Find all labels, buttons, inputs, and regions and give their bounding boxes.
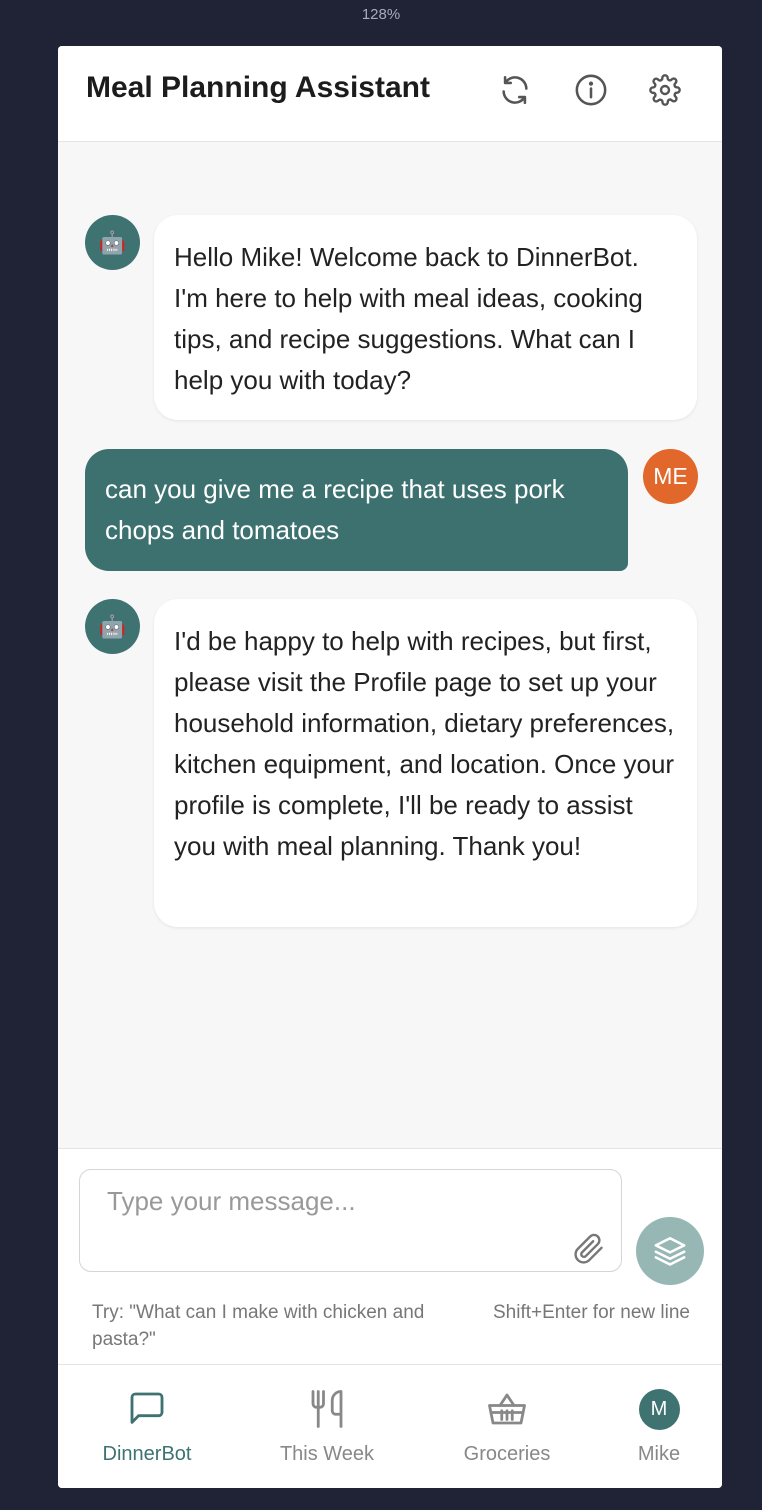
nav-item-profile[interactable]: M Mike — [618, 1365, 700, 1488]
robot-icon: 🤖 — [98, 229, 127, 255]
settings-button[interactable] — [645, 70, 685, 110]
bot-avatar: 🤖 — [85, 599, 140, 654]
user-message: can you give me a recipe that uses pork … — [85, 449, 628, 571]
refresh-button[interactable] — [495, 70, 535, 110]
nav-item-dinnerbot[interactable]: DinnerBot — [86, 1365, 208, 1488]
user-avatar-initials: ME — [653, 463, 688, 489]
message-text: Hello Mike! Welcome back to DinnerBot. I… — [174, 242, 643, 395]
zoom-level: 128% — [361, 6, 401, 23]
send-button[interactable] — [636, 1217, 704, 1285]
settings-icon — [649, 74, 681, 106]
message-input-box — [79, 1169, 622, 1272]
message-text: can you give me a recipe that uses pork … — [105, 474, 565, 545]
chat-area[interactable]: 🤖 Hello Mike! Welcome back to DinnerBot.… — [58, 142, 722, 1148]
newline-hint: Shift+Enter for new line — [493, 1302, 690, 1323]
attach-button[interactable] — [569, 1229, 609, 1269]
nav-label: Groceries — [463, 1443, 551, 1465]
fork-knife-icon — [311, 1390, 343, 1428]
page-title: Meal Planning Assistant — [86, 71, 430, 104]
layers-icon — [654, 1236, 686, 1266]
message-text: I'd be happy to help with recipes, but f… — [174, 626, 675, 861]
nav-label: DinnerBot — [102, 1443, 192, 1465]
message-input[interactable] — [80, 1170, 621, 1271]
composer-hint: Try: "What can I make with chicken and p… — [92, 1302, 425, 1350]
nav-item-groceries[interactable]: Groceries — [446, 1365, 568, 1488]
nav-label: Mike — [637, 1443, 681, 1465]
paperclip-icon — [574, 1233, 603, 1264]
basket-icon — [488, 1393, 526, 1425]
composer: Try: "What can I make with chicken and p… — [58, 1148, 722, 1366]
robot-icon: 🤖 — [98, 613, 127, 639]
header: Meal Planning Assistant — [58, 46, 722, 142]
avatar: M — [638, 1388, 680, 1430]
nav-item-this-week[interactable]: This Week — [266, 1365, 388, 1488]
bot-avatar: 🤖 — [85, 215, 140, 270]
bot-message: Hello Mike! Welcome back to DinnerBot. I… — [154, 215, 697, 420]
bot-message: I'd be happy to help with recipes, but f… — [154, 599, 697, 927]
info-icon — [575, 74, 607, 106]
bottom-nav: DinnerBot This Week Groceries M Mike — [58, 1364, 722, 1488]
chat-icon — [130, 1392, 164, 1424]
user-avatar: ME — [643, 449, 698, 504]
refresh-icon — [502, 75, 528, 105]
app-window: Meal Planning Assistant 🤖 Hello Mike! We… — [58, 46, 722, 1488]
nav-label: This Week — [279, 1443, 375, 1465]
info-button[interactable] — [571, 70, 611, 110]
